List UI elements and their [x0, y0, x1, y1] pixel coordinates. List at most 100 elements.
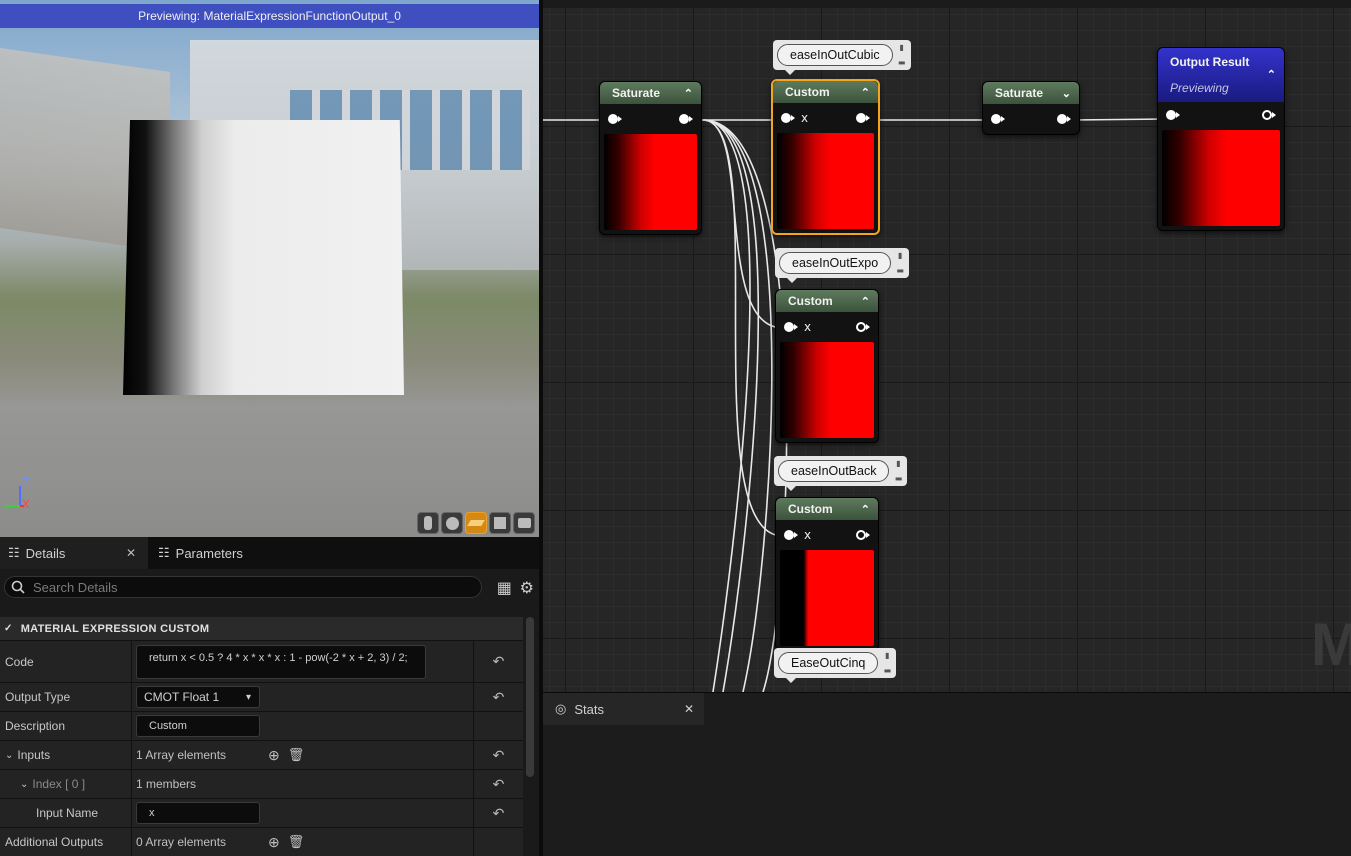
node-subtitle: Previewing: [1170, 81, 1229, 95]
reset-icon[interactable]: ↶: [473, 683, 523, 711]
material-graph[interactable]: Saturate ⌃ easeInOutCubic ▮ ▬ Custom ⌃ x…: [543, 0, 1351, 692]
reset-icon[interactable]: ↶: [473, 641, 523, 682]
category-title: MATERIAL EXPRESSION CUSTOM: [20, 622, 210, 635]
material-editor: Previewing: MaterialExpressionFunctionOu…: [0, 0, 1351, 856]
add-element-icon[interactable]: ⊕: [268, 834, 280, 851]
node-title: Custom: [788, 294, 833, 308]
output-pin[interactable]: [1262, 109, 1276, 121]
output-pin[interactable]: [679, 113, 693, 125]
pin-label: x: [804, 320, 812, 334]
input-pin[interactable]: [991, 113, 1005, 125]
inputs-label: Inputs: [17, 748, 51, 762]
reset-icon[interactable]: ↶: [473, 741, 523, 769]
pin-label: x: [804, 528, 812, 542]
input-pin[interactable]: [784, 321, 798, 333]
close-icon[interactable]: ✕: [684, 702, 694, 716]
table-view-icon[interactable]: ▦: [496, 577, 513, 597]
node-title: Custom: [788, 502, 833, 516]
input-pin[interactable]: [781, 112, 795, 124]
chevron-up-icon[interactable]: ⌃: [861, 503, 870, 516]
index-value-cell: 1 members: [131, 770, 473, 798]
chevron-up-icon[interactable]: ⌃: [861, 295, 870, 308]
node-header[interactable]: Saturate ⌃: [600, 82, 701, 104]
output-type-dropdown[interactable]: CMOT Float 1 ▾: [136, 686, 260, 708]
comment-text: easeInOutCubic: [777, 44, 893, 66]
node-pins: x: [776, 520, 878, 550]
output-result-node[interactable]: Output Result Previewing ⌃: [1157, 47, 1285, 231]
sphere-shape-button[interactable]: [441, 512, 463, 534]
node-preview: [777, 133, 874, 229]
input-pin-group: x: [784, 320, 811, 334]
plane-shape-button[interactable]: [465, 512, 487, 534]
custom-node-1[interactable]: Custom ⌃ x: [771, 79, 880, 235]
node-header[interactable]: Custom ⌃: [776, 498, 878, 520]
chevron-up-icon[interactable]: ⌃: [1267, 68, 1276, 81]
pin-icon[interactable]: ▮ ▬: [893, 459, 903, 483]
wire-down-1: [702, 119, 751, 692]
custom-mesh-button[interactable]: [513, 512, 535, 534]
add-element-icon[interactable]: ⊕: [268, 747, 280, 764]
input-pin[interactable]: [608, 113, 622, 125]
tab-stats[interactable]: ◎ Stats ✕: [543, 693, 704, 725]
custom-node-3[interactable]: Custom ⌃ x: [775, 497, 879, 651]
comment-ease-out-cinq[interactable]: EaseOutCinq ▮ ▬: [774, 648, 897, 683]
inputs-value-cell: 1 Array elements ⊕ 🗑: [131, 741, 473, 769]
gear-icon[interactable]: ⚙: [519, 577, 536, 597]
output-pin[interactable]: [856, 112, 870, 124]
category-header[interactable]: ✓ MATERIAL EXPRESSION CUSTOM: [0, 617, 523, 640]
chevron-up-icon[interactable]: ⌃: [684, 87, 693, 100]
node-header[interactable]: Output Result Previewing ⌃: [1158, 48, 1284, 102]
comment-text: easeInOutExpo: [779, 252, 892, 274]
description-field[interactable]: Custom: [136, 715, 260, 737]
comment-ease-in-out-back[interactable]: easeInOutBack ▮ ▬: [774, 456, 908, 491]
reset-icon[interactable]: ↶: [473, 799, 523, 827]
tab-details-label: Details: [25, 545, 66, 561]
output-pin[interactable]: [856, 321, 870, 333]
search-icon: [11, 580, 25, 594]
node-header[interactable]: Custom ⌃: [776, 290, 878, 312]
output-pin[interactable]: [856, 529, 870, 541]
trash-icon[interactable]: 🗑: [288, 834, 305, 850]
node-header[interactable]: Custom ⌃: [773, 81, 878, 103]
code-field[interactable]: return x < 0.5 ? 4 * x * x * x : 1 - pow…: [136, 644, 426, 679]
node-title: Saturate: [995, 86, 1044, 100]
input-name-field[interactable]: x: [136, 802, 260, 824]
property-row-description: Description Custom: [0, 711, 523, 740]
tab-parameters[interactable]: ☷ Parameters: [148, 537, 251, 569]
input-pin-group: x: [784, 528, 811, 542]
chevron-down-icon[interactable]: ⌄: [1062, 87, 1071, 100]
output-pin[interactable]: [1057, 113, 1071, 125]
search-details-input[interactable]: [33, 579, 453, 595]
details-tab-bar: ☷ Details ✕ ☷ Parameters: [0, 537, 539, 569]
pin-icon[interactable]: ▮ ▬: [882, 651, 892, 675]
close-icon[interactable]: ✕: [126, 546, 136, 560]
cube-shape-button[interactable]: [489, 512, 511, 534]
output-type-value: CMOT Float 1: [144, 690, 220, 704]
trash-icon[interactable]: 🗑: [288, 747, 305, 763]
comment-ease-in-out-cubic[interactable]: easeInOutCubic ▮ ▬: [773, 40, 911, 75]
reset-icon[interactable]: ↶: [473, 770, 523, 798]
node-header[interactable]: Saturate ⌄: [983, 82, 1079, 104]
index-label-cell[interactable]: ⌄ Index [ 0 ]: [0, 770, 131, 798]
tab-details[interactable]: ☷ Details ✕: [0, 537, 148, 569]
comment-ease-in-out-expo[interactable]: easeInOutExpo ▮ ▬: [775, 248, 910, 283]
input-pin[interactable]: [1166, 109, 1180, 121]
input-pin[interactable]: [784, 529, 798, 541]
node-pins: x: [776, 312, 878, 342]
property-row-input-name: Input Name x ↶: [0, 798, 523, 827]
inputs-label-cell[interactable]: ⌄ Inputs: [0, 741, 131, 769]
chevron-up-icon[interactable]: ⌃: [861, 86, 870, 99]
details-scrollbar[interactable]: [526, 617, 534, 777]
saturate-node-left[interactable]: Saturate ⌃: [599, 81, 702, 235]
node-pins: x: [773, 103, 878, 133]
comment-text: easeInOutBack: [778, 460, 890, 482]
input-pin-group: x: [781, 111, 808, 125]
saturate-node-right[interactable]: Saturate ⌄: [982, 81, 1080, 135]
custom-node-2[interactable]: Custom ⌃ x: [775, 289, 879, 443]
pin-icon[interactable]: ▮ ▬: [895, 251, 905, 275]
cylinder-shape-button[interactable]: [417, 512, 439, 534]
preview-viewport[interactable]: Previewing: MaterialExpressionFunctionOu…: [0, 0, 539, 537]
output-type-value-cell: CMOT Float 1 ▾: [131, 683, 473, 711]
pin-icon[interactable]: ▮ ▬: [897, 43, 907, 67]
details-search-row: ▦ ⚙: [0, 569, 539, 605]
